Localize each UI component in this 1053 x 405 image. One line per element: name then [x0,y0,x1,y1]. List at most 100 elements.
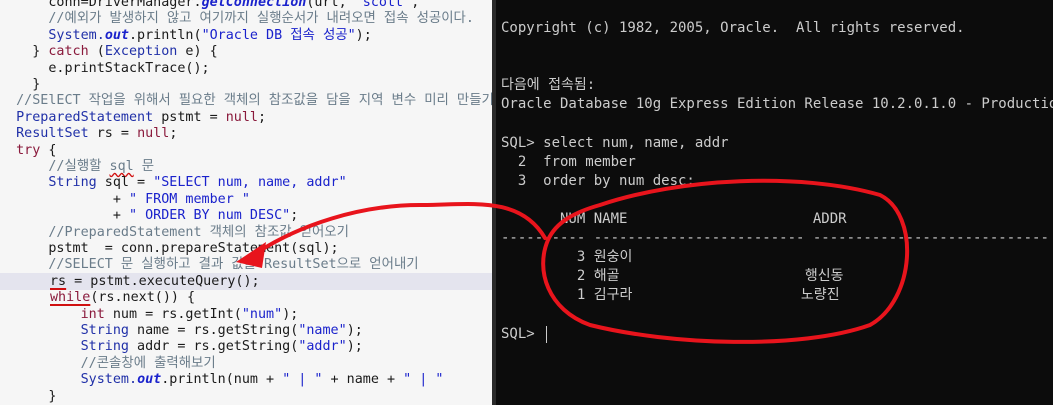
code-token: " | " [282,372,323,388]
code-token: ); [355,27,372,43]
terminal-line: 다음에 접속됨: [501,77,596,94]
code-token: Exception [104,44,178,60]
code-line[interactable]: //콘솔창에 출력해보기 [0,355,492,372]
code-token: .println(num + [161,372,283,388]
code-line[interactable]: } [0,76,492,93]
code-line[interactable]: //예외가 발생하지 않고 여기까지 실행순서가 내려오면 접속 성공이다. [0,10,492,27]
code-token: //예외가 발생하지 않고 여기까지 실행순서가 내려오면 접속 성공이다. [0,11,474,27]
code-token: = pstmt.executeQuery(); [66,273,260,289]
code-line[interactable]: rs = pstmt.executeQuery(); [0,272,492,290]
code-token: addr = rs.getString( [129,339,299,355]
code-line[interactable]: e.printStackTrace(); [0,60,492,77]
code-token: name = rs.getString( [129,323,299,338]
code-token: e.printStackTrace(); [0,60,210,76]
code-line[interactable]: try { [0,142,492,159]
code-token: ; [258,109,267,125]
terminal-cursor [546,325,547,343]
code-line[interactable]: String name = rs.getString("name"); [0,322,492,339]
code-token: " | " [403,372,444,388]
code-token: " ORDER BY num DESC" [129,208,291,224]
terminal-line: NUM NAME ADDR [501,211,847,227]
code-token: null [137,126,170,142]
code-token: System. [48,27,105,43]
code-token: //실행할 [0,159,110,174]
code-token: , [411,0,428,10]
code-token: //PreparedStatement 객체의 참조값 얻어오기 [0,224,349,240]
code-token: out [137,372,162,388]
code-token: pstmt = [153,109,226,125]
code-token: try [0,142,41,158]
code-line[interactable]: String sql = "SELECT num, name, addr" [0,174,492,191]
code-line[interactable]: ResultSet rs = null; [0,125,492,142]
code-token: + [0,208,129,224]
code-line[interactable]: //SELECT 문 실행하고 결과 값을 ResultSet으로 얻어내기 [0,256,492,273]
terminal-line: Oracle Database 10g Express Edition Rele… [501,96,1053,113]
code-token: pstmt = conn.prepareStatement(sql); [0,241,339,256]
code-token: "scott" [354,0,412,10]
code-token: ); [282,306,299,322]
code-token: conn= [0,0,89,10]
code-line[interactable]: int num = rs.getInt("num"); [0,306,492,323]
code-token: (rs.next()) { [90,290,196,306]
code-token: catch [48,44,89,60]
code-line[interactable]: conn=DriverManager.getConnection(url, "s… [0,0,492,11]
code-token: "Oracle DB 접속 성공" [201,27,356,43]
code-token: "name" [298,323,347,338]
code-token: "num" [241,306,283,322]
sql-terminal[interactable]: Copyright (c) 1982, 2005, Oracle. All ri… [496,0,1053,405]
code-line[interactable]: + " FROM member " [0,191,492,208]
code-line[interactable]: pstmt = conn.prepareStatement(sql); [0,240,492,257]
code-token: num = rs.getInt( [104,306,242,322]
code-line[interactable]: } [0,388,492,405]
code-token: ); [346,339,363,355]
code-line[interactable]: String addr = rs.getString("addr"); [0,338,492,355]
terminal-line: SQL> select num, name, addr [501,134,729,151]
terminal-line: SQL> [501,325,544,342]
code-token: //SElECT 작업을 위해서 필요한 객체의 참조값을 담을 지역 변수 미… [0,93,492,109]
code-token: (url, [306,0,355,10]
code-token: //SELECT 문 실행하고 결과 값을 ResultSet으로 얻어내기 [0,257,419,273]
code-token: String [0,323,129,338]
code-line[interactable]: //SElECT 작업을 위해서 필요한 객체의 참조값을 담을 지역 변수 미… [0,92,492,109]
code-line[interactable]: + " ORDER BY num DESC"; [0,207,492,224]
code-token: } [0,388,57,404]
code-token: int [0,306,105,322]
code-token: "SELECT num, name, addr" [153,175,347,191]
code-token: getConnection [201,0,307,10]
code-token: .println( [129,27,202,43]
code-line[interactable]: PreparedStatement pstmt = null; [0,109,492,126]
code-token: ; [169,126,178,142]
terminal-line: 1 김구라 노량진 [501,287,840,304]
code-token: } [0,44,49,60]
code-line[interactable]: } catch (Exception e) { [0,43,492,60]
code-token: ( [88,44,105,60]
code-token: + [0,191,129,207]
code-token: ; [290,208,299,224]
code-token: sql [109,159,134,174]
code-line[interactable]: //PreparedStatement 객체의 참조값 얻어오기 [0,224,492,241]
code-line[interactable]: while(rs.next()) { [0,289,492,306]
terminal-line: Copyright (c) 1982, 2005, Oracle. All ri… [501,20,965,36]
code-token: "addr" [298,339,347,355]
code-token: while [50,290,91,306]
terminal-line: 3 원숭이 [501,249,633,266]
code-token: DriverManager. [88,0,202,10]
code-line[interactable]: System.out.println(num + " | " + name + … [0,371,492,388]
terminal-line: ---------- ------------------------- ---… [501,230,1049,247]
code-editor[interactable]: conn=DriverManager.getConnection(url, "s… [0,0,492,405]
code-token: + name + [322,372,404,388]
code-token: System. [0,372,138,388]
code-token: rs [50,273,67,289]
code-token: sql = [96,175,154,191]
code-line[interactable]: System.out.println("Oracle DB 접속 성공"); [0,27,492,44]
code-token: { [40,142,57,158]
code-token: null [225,109,258,125]
code-token: rs = [88,126,138,142]
code-token: String [0,175,97,191]
code-token: } [0,77,41,92]
code-line[interactable]: //실행할 sql 문 [0,158,492,175]
code-token: e) { [177,44,218,60]
code-token: ); [346,323,363,338]
code-token: //콘솔창에 출력해보기 [0,355,216,371]
